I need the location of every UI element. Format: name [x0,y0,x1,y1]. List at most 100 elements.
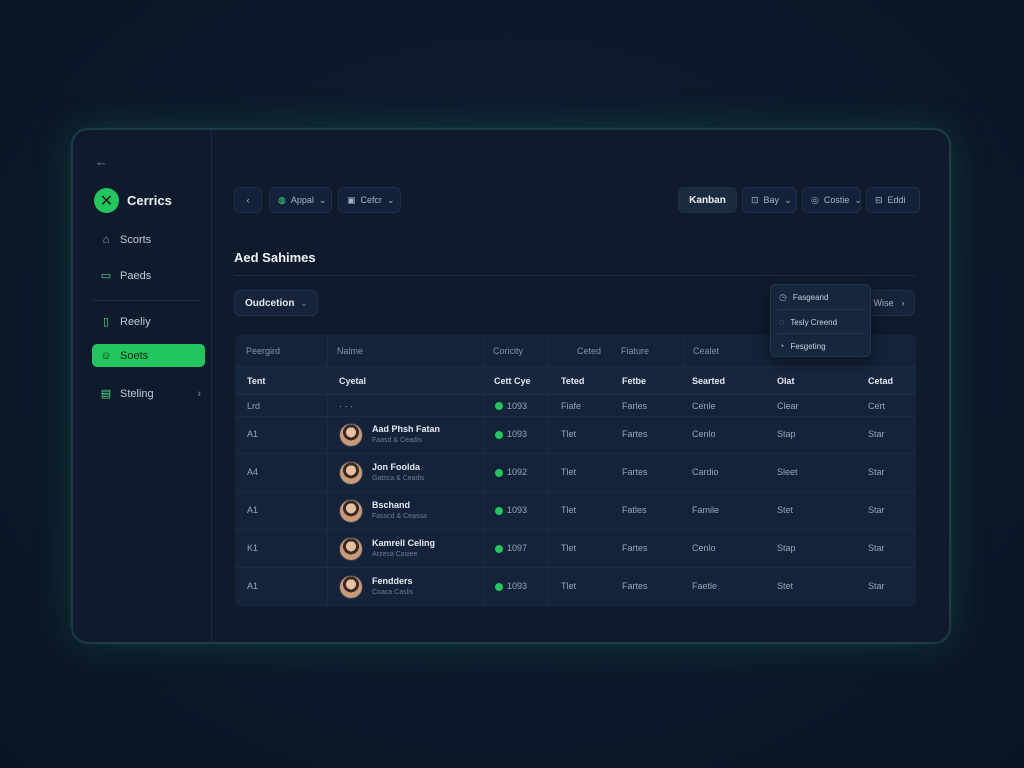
bookmark-icon: ▯ [102,316,110,328]
column-header[interactable]: Peergird [246,346,280,356]
column-header[interactable]: Fetbe [622,376,646,386]
inbox-icon: ▤ [100,388,112,400]
menu-item-fesgeting[interactable]: ◔ Fesgeting [771,334,870,358]
lock-icon: ⊡ [751,194,759,205]
chevron-down-icon: ⌄ [784,194,792,205]
filter-dropdown[interactable]: Oudcetion ⌄ [234,290,319,316]
chevron-down-icon: › [901,298,905,308]
table-cell: 1093 [507,505,528,515]
table-cell: 1093 [507,401,528,411]
location-icon: ◎ [811,194,819,205]
kanban-label: Kanban [689,194,726,206]
status-dot [495,583,503,591]
person-subtitle: Faasd & Ceadis [372,437,422,444]
table-row[interactable]: A4 Jon Foolda Gatsca & Ceadis 1092 Tlet … [235,455,916,492]
column-header[interactable]: Cetad [868,376,893,386]
filter-label: Oudcetion [245,297,295,309]
person-name[interactable]: Fendders [372,576,413,586]
chevron-down-icon: ⌄ [318,194,327,205]
sidebar-item-paeds[interactable]: ▭ Paeds [92,264,205,287]
table-cell: Cenlo [692,543,716,553]
table-cell: Stet [777,581,794,591]
menu-item-label: Fesgeting [790,341,826,351]
person-name[interactable]: Bschand [372,500,410,510]
table-cell: Faetle [692,581,718,591]
color-label: Cefcr [360,195,383,205]
brand: ✕ Cerrics [94,188,172,213]
person-subtitle: Coaca Caslis [372,589,414,596]
table-row[interactable]: Lrd · · · 1093 Fiafe Farles Cenle Clear … [235,395,916,417]
table-row[interactable]: K1 Kamrell Celing Arzeca Casiee 1097 Tle… [235,531,916,568]
column-header[interactable]: Nalme [337,346,363,356]
column-header[interactable]: Teted [561,376,584,386]
table-row[interactable]: A1 Fendders Coaca Caslis 1093 Tlet Farte… [235,569,916,606]
status-dot [495,507,503,515]
sidebar-item-steling[interactable]: ▤ Steling › [92,382,205,405]
table-row[interactable]: A1 Bschand Fasscd & Ceassa 1093 Tlet Fat… [235,493,916,530]
bay-button[interactable]: ⊡ Bay ⌄ [742,187,797,213]
chevron-right-icon: › [197,387,201,400]
table-cell: Tlet [561,581,577,591]
person-name[interactable]: Kamrell Celing [372,538,435,548]
table-cell: Fartes [622,581,648,591]
menu-item-tesly-creend[interactable]: ◌ Tesly Creend [771,310,870,334]
column-header[interactable]: Cyetal [339,376,366,386]
avatar [339,575,363,599]
sidebar-item-scorts[interactable]: ⌂ Scorts [92,228,205,251]
table-cell: · · · [339,401,353,411]
costie-label: Costie [823,195,850,205]
menu-item-label: Tesly Creend [790,317,838,327]
row-id: A4 [247,467,259,477]
column-header[interactable]: Fiature [621,346,649,356]
person-subtitle: Gatsca & Ceadis [372,475,425,482]
column-header[interactable]: Coricity [493,346,523,356]
menu-item-fasgeand[interactable]: ◷ Fasgeand [771,285,870,309]
column-header[interactable]: Cett Cye [494,376,531,386]
menu-item-label: Fasgeand [792,292,829,302]
table-cell: Stap [777,429,796,439]
table-cell: Tlet [561,543,577,553]
arrow-left-icon[interactable]: ← [95,154,108,169]
table-cell: Star [868,543,885,553]
person-name[interactable]: Aad Phsh Fatan [372,424,440,434]
column-header[interactable]: Cealet [693,346,719,356]
color-dropdown[interactable]: ▣ Cefcr ⌄ [338,187,401,213]
globe-icon: ◍ [278,194,286,205]
table-cell: Stet [777,505,794,515]
table-cell: Star [868,505,885,515]
column-header[interactable]: Ceted [577,346,601,356]
sidebar-item-reeliy[interactable]: ▯ Reeliy [92,310,205,333]
table-row[interactable]: A1 Aad Phsh Fatan Faasd & Ceadis 1093 Tl… [235,417,916,454]
sidebar-item-soets[interactable]: ☺ Soets [92,344,205,367]
table-cell: 1093 [507,581,528,591]
table-cell: Stap [777,543,796,553]
row-id: A1 [247,429,259,439]
row-id: A1 [247,505,259,515]
table-cell: Fiafe [561,401,582,411]
back-button[interactable]: ‹ [234,187,262,213]
table-cell: Lrd [247,401,261,411]
chart-icon: ◔ [779,341,785,351]
table-header-main: Tent Cyetal Cett Cye Teted Fetbe Searted… [235,367,916,395]
appal-dropdown[interactable]: ◍ Appal ⌄ [269,187,332,213]
kanban-button[interactable]: Kanban [678,187,737,213]
costie-dropdown[interactable]: ◎ Costie ⌄ [802,187,862,213]
person-subtitle: Fasscd & Ceassa [372,513,427,520]
edit-button[interactable]: ⊟ Eddi [866,187,920,213]
sidebar-item-label: Scorts [120,233,152,246]
column-header[interactable]: Olat [777,376,795,386]
row-id: A1 [247,581,259,591]
person-subtitle: Arzeca Casiee [372,551,418,558]
table-cell: Clear [777,401,799,411]
sidebar-item-label: Paeds [120,269,152,282]
table-cell: Cenle [692,401,716,411]
person-name[interactable]: Jon Foolda [372,462,420,472]
table-cell: Fartes [622,543,648,553]
column-header[interactable]: Tent [247,376,265,386]
appal-label: Appal [290,195,314,205]
bay-label: Bay [763,195,780,205]
column-header[interactable]: Searted [692,376,725,386]
table-cell: 1092 [507,467,528,477]
calendar-icon: ▣ [347,194,356,205]
table-cell: Cert [868,401,886,411]
